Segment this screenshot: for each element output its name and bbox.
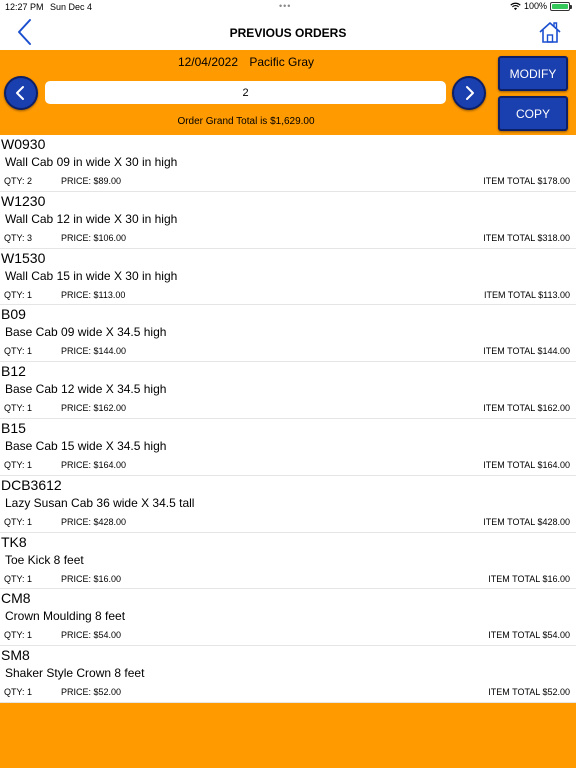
- item-price: PRICE: $16.00: [61, 573, 122, 584]
- item-quantity: QTY: 1: [4, 687, 33, 698]
- item-total: ITEM TOTAL $428.00: [483, 516, 570, 527]
- item-code: CM8: [1, 590, 31, 607]
- item-quantity: QTY: 2: [4, 176, 33, 186]
- list-item[interactable]: B09 Base Cab 09 wide X 34.5 high QTY: 1 …: [0, 305, 576, 363]
- navigation-bar: PREVIOUS ORDERS: [0, 14, 576, 50]
- item-price: PRICE: $54.00: [61, 630, 122, 641]
- item-description: Lazy Susan Cab 36 wide X 34.5 tall: [5, 495, 195, 510]
- list-item[interactable]: DCB3612 Lazy Susan Cab 36 wide X 34.5 ta…: [0, 476, 576, 533]
- item-description: Shaker Style Crown 8 feet: [5, 666, 145, 681]
- status-time: 12:27 PM: [5, 2, 44, 12]
- item-code: B15: [1, 419, 26, 436]
- order-items-list[interactable]: W0930 Wall Cab 09 in wide X 30 in high Q…: [0, 135, 576, 703]
- list-item[interactable]: W1230 Wall Cab 12 in wide X 30 in high Q…: [0, 192, 576, 249]
- item-code: TK8: [1, 533, 27, 550]
- item-price: PRICE: $113.00: [61, 289, 126, 300]
- list-item[interactable]: W1530 Wall Cab 15 in wide X 30 in high Q…: [0, 249, 576, 306]
- item-quantity: QTY: 1: [4, 289, 33, 300]
- page-title: PREVIOUS ORDERS: [229, 26, 347, 40]
- battery-percent: 100%: [523, 1, 547, 11]
- battery-icon: [550, 1, 572, 11]
- item-code: B12: [1, 363, 26, 380]
- order-number-field[interactable]: [45, 81, 446, 104]
- copy-button[interactable]: COPY: [498, 96, 568, 131]
- list-item[interactable]: CM8 Crown Moulding 8 feet QTY: 1 PRICE: …: [0, 589, 576, 647]
- item-description: Toe Kick 8 feet: [5, 552, 84, 567]
- item-quantity: QTY: 1: [4, 346, 33, 357]
- item-description: Crown Moulding 8 feet: [5, 609, 126, 624]
- item-description: Wall Cab 15 in wide X 30 in high: [5, 268, 178, 283]
- item-total: ITEM TOTAL $144.00: [483, 346, 570, 357]
- item-total: ITEM TOTAL $178.00: [483, 176, 570, 186]
- list-item[interactable]: SM8 Shaker Style Crown 8 feet QTY: 1 PRI…: [0, 646, 576, 703]
- item-description: Wall Cab 09 in wide X 30 in high: [5, 155, 178, 169]
- wifi-icon: [510, 2, 521, 10]
- item-price: PRICE: $106.00: [61, 232, 127, 243]
- item-description: Wall Cab 12 in wide X 30 in high: [5, 211, 178, 226]
- item-price: PRICE: $162.00: [61, 403, 127, 414]
- item-code: W1230: [1, 192, 46, 209]
- item-total: ITEM TOTAL $318.00: [483, 232, 570, 243]
- item-quantity: QTY: 1: [4, 630, 33, 641]
- item-price: PRICE: $164.00: [61, 459, 127, 470]
- item-code: B09: [1, 306, 26, 323]
- item-price: PRICE: $144.00: [61, 346, 127, 357]
- item-quantity: QTY: 3: [4, 232, 33, 243]
- home-icon: [539, 22, 561, 43]
- next-order-button[interactable]: [452, 76, 486, 110]
- list-item[interactable]: B15 Base Cab 15 wide X 34.5 high QTY: 1 …: [0, 419, 576, 476]
- item-total: ITEM TOTAL $52.00: [488, 687, 570, 698]
- item-total: ITEM TOTAL $54.00: [488, 630, 570, 641]
- order-date: 12/04/2022: [177, 55, 239, 69]
- item-total: ITEM TOTAL $164.00: [483, 459, 570, 470]
- item-price: PRICE: $52.00: [61, 687, 122, 698]
- list-item[interactable]: B12 Base Cab 12 wide X 34.5 high QTY: 1 …: [0, 362, 576, 419]
- item-code: SM8: [1, 647, 30, 664]
- item-quantity: QTY: 1: [4, 403, 33, 414]
- order-grand-total: Order Grand Total is $1,629.00: [177, 116, 315, 127]
- item-description: Base Cab 09 wide X 34.5 high: [5, 325, 167, 340]
- list-item[interactable]: TK8 Toe Kick 8 feet QTY: 1 PRICE: $16.00…: [0, 533, 576, 590]
- item-quantity: QTY: 1: [4, 516, 33, 527]
- item-total: ITEM TOTAL $162.00: [483, 403, 570, 414]
- item-code: W0930: [1, 136, 46, 152]
- item-description: Base Cab 12 wide X 34.5 high: [5, 382, 167, 397]
- item-code: W1530: [1, 249, 46, 266]
- item-code: DCB3612: [1, 476, 62, 493]
- item-quantity: QTY: 1: [4, 459, 33, 470]
- list-item[interactable]: W0930 Wall Cab 09 in wide X 30 in high Q…: [0, 135, 576, 192]
- order-header-panel: 12/04/2022 Pacific Gray Order Grand Tota…: [0, 50, 576, 135]
- item-price: PRICE: $89.00: [61, 176, 122, 186]
- status-indicators: 100%: [510, 1, 572, 11]
- item-price: PRICE: $428.00: [61, 516, 127, 527]
- multitasking-dots-icon[interactable]: •••: [279, 1, 291, 11]
- status-bar: 12:27 PM Sun Dec 4 ••• 100%: [0, 0, 576, 14]
- chevron-left-icon: [16, 86, 24, 100]
- footer-panel: [0, 703, 576, 768]
- order-color: Pacific Gray: [249, 55, 315, 69]
- chevron-right-icon: [466, 86, 474, 100]
- order-info: 12/04/2022 Pacific Gray: [0, 55, 492, 69]
- status-date: Sun Dec 4: [50, 2, 93, 12]
- home-button[interactable]: [538, 20, 562, 44]
- item-total: ITEM TOTAL $16.00: [488, 573, 570, 584]
- item-total: ITEM TOTAL $113.00: [483, 289, 570, 300]
- item-quantity: QTY: 1: [4, 573, 33, 584]
- modify-button[interactable]: MODIFY: [498, 56, 568, 91]
- previous-order-button[interactable]: [4, 76, 38, 110]
- item-description: Base Cab 15 wide X 34.5 high: [5, 438, 167, 453]
